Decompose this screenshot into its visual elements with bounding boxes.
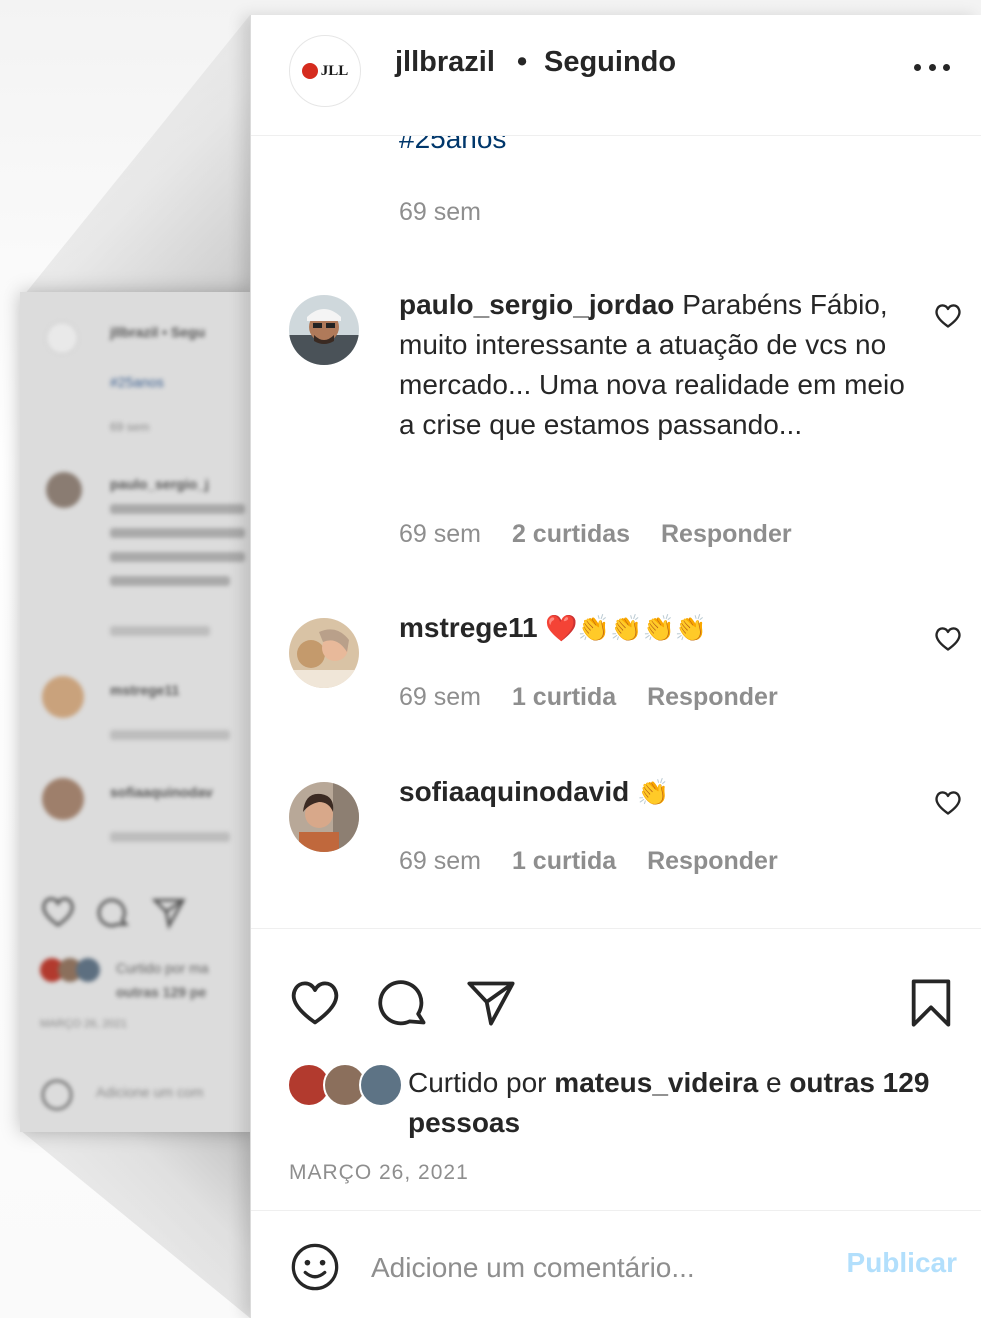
account-avatar[interactable]: JLL xyxy=(289,35,361,107)
mini-meta-line xyxy=(110,626,210,636)
post-actions: Curtido por mateus_videira e outras 129 … xyxy=(251,928,981,1211)
mini-avatar-paulo xyxy=(46,472,82,508)
mini-avatar-jll xyxy=(46,322,78,354)
post-header: JLL jllbrazil • Seguindo xyxy=(251,15,981,136)
mini-like-avatar xyxy=(76,958,100,982)
comment-like-heart-icon[interactable] xyxy=(934,302,962,330)
reply-button[interactable]: Responder xyxy=(647,683,778,711)
mini-heart-icon xyxy=(42,897,74,927)
mini-date: MARÇO 26, 2021 xyxy=(40,1018,127,1030)
mini-username: jllbrazil • Segu xyxy=(110,324,206,340)
avatar[interactable] xyxy=(289,295,359,365)
caption-timestamp[interactable]: 69 sem xyxy=(399,198,481,227)
more-options-icon[interactable] xyxy=(914,61,950,73)
post-date[interactable]: MARÇO 26, 2021 xyxy=(289,1161,469,1185)
comment-likes-count[interactable]: 1 curtida xyxy=(512,847,616,875)
comment-message: ❤️👏👏👏👏 xyxy=(545,613,708,643)
mini-likes-line1: Curtido por ma xyxy=(116,960,209,976)
mini-time: 69 sem xyxy=(110,420,150,434)
mini-text-line xyxy=(110,552,245,562)
comment-meta: 69 sem 2 curtidas Responder xyxy=(399,520,816,549)
publish-button[interactable]: Publicar xyxy=(847,1247,957,1279)
mini-comment1-user: paulo_sergio_j xyxy=(110,476,209,492)
jll-logo-text: JLL xyxy=(320,62,349,79)
mini-comment-icon xyxy=(97,898,129,928)
avatar[interactable] xyxy=(289,618,359,688)
mini-input-placeholder: Adicione um com xyxy=(96,1084,204,1100)
post-username[interactable]: jllbrazil xyxy=(395,46,495,79)
mini-likes-line2: outras 129 pe xyxy=(116,984,207,1000)
header-separator: • xyxy=(517,46,528,78)
comments-list: #25anos 69 sem paulo_sergio_jordao Parab… xyxy=(251,135,981,930)
comment-username[interactable]: sofiaaquinodavid xyxy=(399,776,629,807)
mini-meta-line xyxy=(110,730,230,740)
comment-likes-count[interactable]: 1 curtida xyxy=(512,683,616,711)
comment-like-heart-icon[interactable] xyxy=(934,789,962,817)
comment-text: mstrege11 ❤️👏👏👏👏 xyxy=(399,608,909,648)
mini-meta-line xyxy=(110,832,230,842)
comment-input[interactable] xyxy=(369,1239,813,1297)
avatar[interactable] xyxy=(289,782,359,852)
mini-text-line xyxy=(110,504,245,514)
jll-logo-mark xyxy=(301,63,318,79)
comment-timestamp[interactable]: 69 sem xyxy=(399,847,481,875)
comment-text: sofiaaquinodavid 👏 xyxy=(399,772,909,812)
comment-message: 👏 xyxy=(637,777,670,807)
reply-button[interactable]: Responder xyxy=(661,520,792,548)
add-comment-bar: Publicar xyxy=(251,1210,981,1318)
post-panel: JLL jllbrazil • Seguindo #25anos 69 sem xyxy=(250,15,981,1318)
comment-likes-count[interactable]: 2 curtidas xyxy=(512,520,630,548)
emoji-icon[interactable] xyxy=(289,1241,341,1293)
liker-username[interactable]: mateus_videira xyxy=(554,1067,758,1098)
comment-meta: 69 sem 1 curtida Responder xyxy=(399,847,802,876)
bookmark-icon[interactable] xyxy=(905,977,957,1029)
comment-username[interactable]: mstrege11 xyxy=(399,612,538,643)
mini-emoji-icon xyxy=(41,1079,73,1111)
reply-button[interactable]: Responder xyxy=(647,847,778,875)
mini-avatar-mstrege xyxy=(42,676,84,718)
comment-like-heart-icon[interactable] xyxy=(934,625,962,653)
liker-avatar[interactable] xyxy=(359,1063,403,1107)
comment-text: paulo_sergio_jordao Parabéns Fábio, muit… xyxy=(399,285,909,445)
likes-summary: Curtido por mateus_videira e outras 129 … xyxy=(287,1049,967,1139)
follow-status-button[interactable]: Seguindo xyxy=(544,46,676,79)
mini-text-line xyxy=(110,576,230,586)
heart-icon[interactable] xyxy=(289,977,341,1029)
comment-timestamp[interactable]: 69 sem xyxy=(399,683,481,711)
likes-text: Curtido por mateus_videira e outras 129 … xyxy=(408,1063,948,1143)
mini-comment2-user: mstrege11 xyxy=(110,682,180,698)
caption-hashtag-link[interactable]: #25anos xyxy=(399,135,506,155)
comment-timestamp[interactable]: 69 sem xyxy=(399,520,481,548)
likes-conjunction: e xyxy=(765,1067,782,1098)
comment-meta: 69 sem 1 curtida Responder xyxy=(399,683,802,712)
comment-username[interactable]: paulo_sergio_jordao xyxy=(399,289,674,320)
mini-text-line xyxy=(110,528,245,538)
likes-prefix: Curtido por xyxy=(408,1067,547,1098)
jll-logo: JLL xyxy=(301,62,349,80)
mini-avatar-sofia xyxy=(42,778,84,820)
mini-comment3-user: sofiaaquinodav xyxy=(110,784,213,800)
mini-share-icon xyxy=(152,898,186,930)
mini-hashtag: #25anos xyxy=(110,374,164,390)
blurred-post-preview: jllbrazil • Segu #25anos 69 sem paulo_se… xyxy=(20,292,252,1132)
comment-icon[interactable] xyxy=(377,977,429,1029)
share-icon[interactable] xyxy=(465,977,517,1029)
